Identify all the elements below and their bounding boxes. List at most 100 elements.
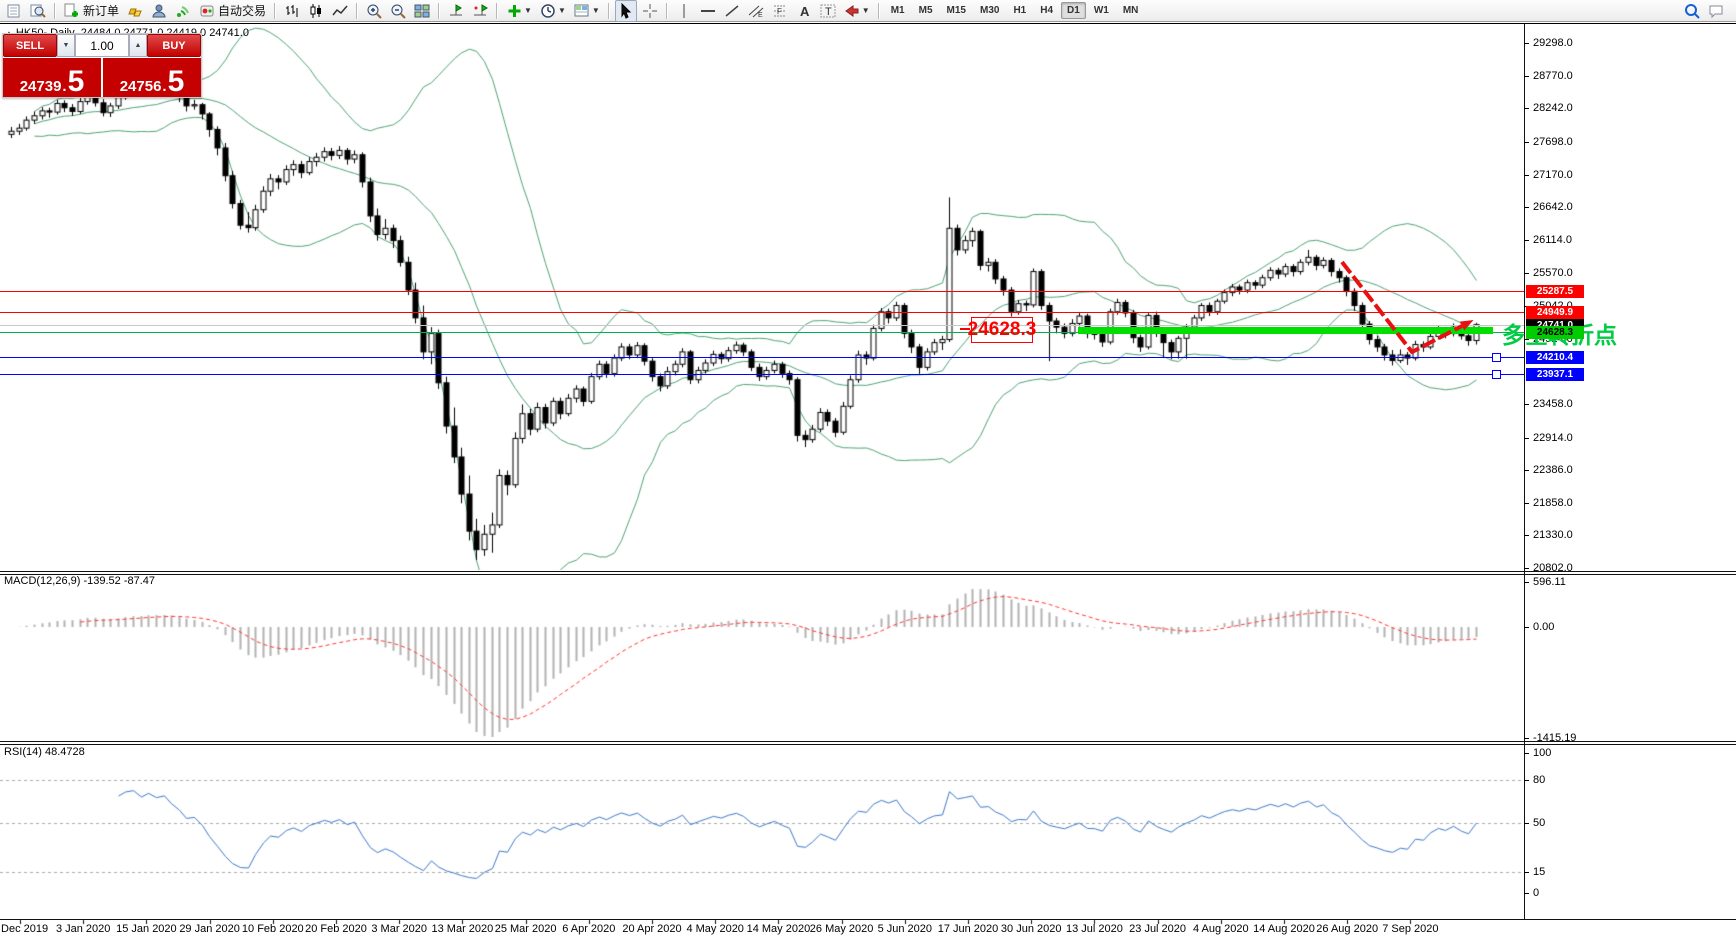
price-axis-border <box>1524 24 1525 920</box>
timeframe-w1[interactable]: W1 <box>1088 2 1115 19</box>
date-label: 10 Feb 2020 <box>242 923 304 935</box>
macd-name: MACD(12,26,9) <box>4 575 80 587</box>
price-tick-label: 27698.0 <box>1533 136 1573 148</box>
cursor-tool[interactable] <box>615 0 637 22</box>
price-tick <box>1524 470 1529 471</box>
horizontal-line-tool[interactable] <box>697 0 719 22</box>
price-tick <box>1524 240 1529 241</box>
rsi-value: 48.4728 <box>45 746 85 758</box>
lot-size-input[interactable] <box>75 34 129 57</box>
timeframe-h1[interactable]: H1 <box>1007 2 1032 19</box>
ask-dot: . <box>162 79 166 94</box>
price-tick-label: 27170.0 <box>1533 169 1573 181</box>
price-label-box[interactable]: 24628.3 <box>971 317 1033 343</box>
buy-button[interactable]: BUY <box>147 34 201 57</box>
chart-window-icon[interactable] <box>3 0 25 22</box>
macd-tick <box>1524 738 1529 739</box>
price-line-23937.1[interactable] <box>0 374 1524 375</box>
toolbar-separator <box>438 3 440 19</box>
search-icon[interactable] <box>1681 0 1703 22</box>
bid-big-digit: 5 <box>68 69 85 95</box>
one-click-trading-panel: SELL ▼ ▲ BUY 24739 . 5 24756 . 5 <box>2 33 202 98</box>
price-badge-23937.1: 23937.1 <box>1526 368 1584 381</box>
bar-chart-icon[interactable] <box>281 0 303 22</box>
text-label-tool[interactable]: T <box>817 0 839 22</box>
text-tool[interactable]: A <box>793 0 815 22</box>
candlestick-chart-icon[interactable] <box>305 0 327 22</box>
market-profile-icon[interactable] <box>148 0 170 22</box>
price-line-handle[interactable] <box>1492 353 1501 362</box>
price-line-25287.5[interactable] <box>0 291 1524 292</box>
tile-windows-icon[interactable] <box>411 0 433 22</box>
support-trendline-annotation[interactable] <box>1078 327 1493 334</box>
ask-price[interactable]: 24756 . 5 <box>103 58 201 97</box>
toolbar-separator <box>666 3 668 19</box>
price-line-24210.4[interactable] <box>0 357 1524 358</box>
signals-icon[interactable] <box>172 0 194 22</box>
panel-separator[interactable] <box>0 571 1736 572</box>
vertical-line-tool[interactable] <box>673 0 695 22</box>
sell-button[interactable]: SELL <box>3 34 57 57</box>
rsi-tick-label: 0 <box>1533 887 1539 899</box>
toolbar-separator <box>496 3 498 19</box>
price-tick <box>1524 175 1529 176</box>
price-tick <box>1524 207 1529 208</box>
lot-increase-button[interactable]: ▲ <box>129 34 147 57</box>
macd-tick-label: 596.11 <box>1533 576 1566 588</box>
new-order-button[interactable]: 新订单 <box>61 0 122 22</box>
macd-tick <box>1524 627 1529 628</box>
indicators-button[interactable]: ▼ <box>503 0 535 22</box>
auto-scroll-icon[interactable] <box>469 0 491 22</box>
zoom-in-icon[interactable] <box>363 0 385 22</box>
periods-button[interactable]: ▼ <box>537 0 569 22</box>
timeframe-d1[interactable]: D1 <box>1061 2 1086 19</box>
crosshair-tool[interactable] <box>639 0 661 22</box>
zoom-out-icon[interactable] <box>387 0 409 22</box>
date-label: 20 Apr 2020 <box>622 923 681 935</box>
date-label: 17 Jun 2020 <box>938 923 999 935</box>
price-tick-label: 23458.0 <box>1533 398 1573 410</box>
symbols-icon[interactable] <box>124 0 146 22</box>
lot-decrease-button[interactable]: ▼ <box>57 34 75 57</box>
price-tick <box>1524 535 1529 536</box>
fibonacci-tool[interactable]: F <box>769 0 791 22</box>
chat-icon[interactable] <box>1705 0 1727 22</box>
rsi-name: RSI(14) <box>4 746 42 758</box>
line-chart-icon[interactable] <box>329 0 351 22</box>
data-window-icon[interactable] <box>27 0 49 22</box>
bid-price[interactable]: 24739 . 5 <box>3 58 101 97</box>
date-label: 4 May 2020 <box>686 923 743 935</box>
timeframe-m15[interactable]: M15 <box>941 2 972 19</box>
timeframe-m30[interactable]: M30 <box>974 2 1005 19</box>
templates-button[interactable]: ▼ <box>571 0 603 22</box>
price-tick-label: 21330.0 <box>1533 529 1573 541</box>
macd-tick <box>1524 582 1529 583</box>
chart-shift-icon[interactable] <box>445 0 467 22</box>
timeframe-h4[interactable]: H4 <box>1034 2 1059 19</box>
bid-dot: . <box>62 79 66 94</box>
panel-separator[interactable] <box>0 741 1736 742</box>
price-tick-label: 22914.0 <box>1533 432 1573 444</box>
autotrading-button[interactable]: 自动交易 <box>196 0 269 22</box>
date-label: 29 Jan 2020 <box>179 923 240 935</box>
price-line-24949.9[interactable] <box>0 312 1524 313</box>
dropdown-caret-icon: ▼ <box>558 6 566 15</box>
macd-tick-label: -1415.19 <box>1533 732 1576 744</box>
price-line-handle[interactable] <box>1492 370 1501 379</box>
macd-values: -139.52 -87.47 <box>83 575 155 587</box>
chart-canvas[interactable] <box>0 0 1736 936</box>
price-line-24741[interactable] <box>0 325 1524 326</box>
rsi-tick <box>1524 780 1529 781</box>
arrows-tool[interactable]: ▼ <box>841 0 873 22</box>
dropdown-caret-icon: ▼ <box>862 6 870 15</box>
price-tick-label: 21858.0 <box>1533 497 1573 509</box>
timeframe-m5[interactable]: M5 <box>913 2 939 19</box>
timeframe-mn[interactable]: MN <box>1117 2 1145 19</box>
rsi-tick <box>1524 753 1529 754</box>
toolbar-separator <box>54 3 56 19</box>
trendline-tool[interactable] <box>721 0 743 22</box>
rsi-tick-label: 50 <box>1533 817 1545 829</box>
equidistant-channel-tool[interactable]: E <box>745 0 767 22</box>
date-label: 13 Mar 2020 <box>432 923 494 935</box>
timeframe-m1[interactable]: M1 <box>885 2 911 19</box>
